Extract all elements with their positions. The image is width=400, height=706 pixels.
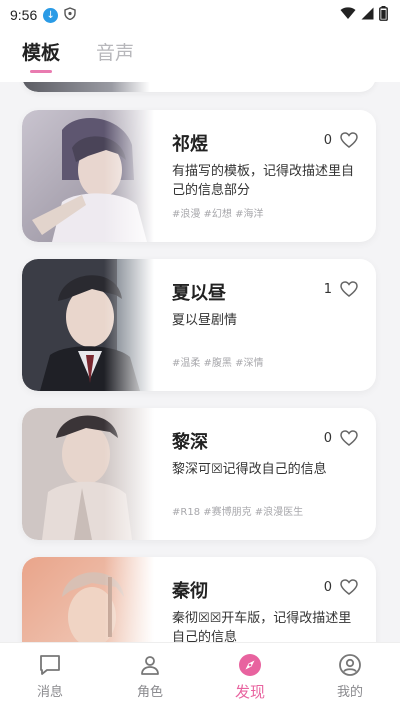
character-name: 秦彻 <box>172 581 208 602</box>
download-icon: ↓ <box>43 7 59 23</box>
nav-label: 我的 <box>336 685 363 700</box>
tab-audio[interactable]: 音声 <box>96 38 134 65</box>
character-portrait <box>22 110 154 242</box>
nav-label: 角色 <box>136 685 163 700</box>
nav-messages[interactable]: 消息 <box>0 643 100 706</box>
nav-label: 发现 <box>234 683 265 701</box>
card-tags: #R18 #赛博朋克 #浪漫医生 <box>172 507 304 518</box>
top-tabs: 模板 音声 <box>0 30 400 82</box>
like-control[interactable]: 1 <box>324 281 358 297</box>
card-description: 秦彻☒☒开车版，记得改描述里自己的信息 <box>172 611 352 642</box>
heart-icon[interactable] <box>340 430 358 446</box>
like-count: 0 <box>323 579 332 595</box>
message-icon <box>40 655 60 675</box>
template-card-xiayizhou[interactable]: 夏以昼 1 夏以昼剧情 #温柔 #腹黑 #深情 <box>22 259 376 391</box>
battery-icon <box>379 5 388 25</box>
character-portrait <box>22 557 154 642</box>
card-thumbnail <box>22 82 150 92</box>
nav-label: 消息 <box>36 685 63 700</box>
bottom-nav: 消息 角色 发现 我的 <box>0 642 400 706</box>
heart-icon[interactable] <box>340 281 358 297</box>
character-name: 黎深 <box>172 432 208 453</box>
profile-icon <box>339 654 361 676</box>
card-tags: #浪漫 #幻想 #海洋 <box>172 209 264 220</box>
nav-profile[interactable]: 我的 <box>300 643 400 706</box>
heart-icon[interactable] <box>340 132 358 148</box>
character-name: 祁煜 <box>172 134 208 155</box>
character-portrait <box>22 259 154 391</box>
card-partial[interactable] <box>22 82 376 92</box>
shield-icon <box>64 7 76 23</box>
template-card-lishen[interactable]: 黎深 0 黎深可☒记得改自己的信息 #R18 #赛博朋克 #浪漫医生 <box>22 408 376 540</box>
signal-icon <box>361 7 374 24</box>
status-time: 9:56 <box>10 7 38 23</box>
card-description: 有描写的模板，记得改描述里自己的信息部分 <box>172 164 355 198</box>
card-description: 夏以昼剧情 <box>172 313 238 328</box>
nav-characters[interactable]: 角色 <box>100 643 200 706</box>
wifi-icon <box>340 6 356 24</box>
like-control[interactable]: 0 <box>324 430 358 446</box>
like-count: 0 <box>323 430 332 446</box>
person-icon <box>141 656 159 675</box>
character-name: 夏以昼 <box>172 283 226 304</box>
like-count: 1 <box>323 281 332 297</box>
card-description: 黎深可☒记得改自己的信息 <box>172 462 327 477</box>
template-feed[interactable]: 祁煜 0 有描写的模板，记得改描述里自己的信息部分 #浪漫 #幻想 #海洋 夏以… <box>0 82 400 642</box>
like-control[interactable]: 0 <box>324 579 358 595</box>
tab-templates[interactable]: 模板 <box>22 38 60 73</box>
status-bar: 9:56 ↓ <box>0 0 400 30</box>
heart-icon[interactable] <box>340 579 358 595</box>
nav-discover[interactable]: 发现 <box>200 643 300 706</box>
like-control[interactable]: 0 <box>324 132 358 148</box>
template-card-qinche[interactable]: 秦彻 0 秦彻☒☒开车版，记得改描述里自己的信息 <box>22 557 376 642</box>
card-tags: #温柔 #腹黑 #深情 <box>172 358 264 369</box>
character-portrait <box>22 408 154 540</box>
template-card-qiyu[interactable]: 祁煜 0 有描写的模板，记得改描述里自己的信息部分 #浪漫 #幻想 #海洋 <box>22 110 376 242</box>
like-count: 0 <box>323 132 332 148</box>
compass-icon <box>239 654 261 676</box>
